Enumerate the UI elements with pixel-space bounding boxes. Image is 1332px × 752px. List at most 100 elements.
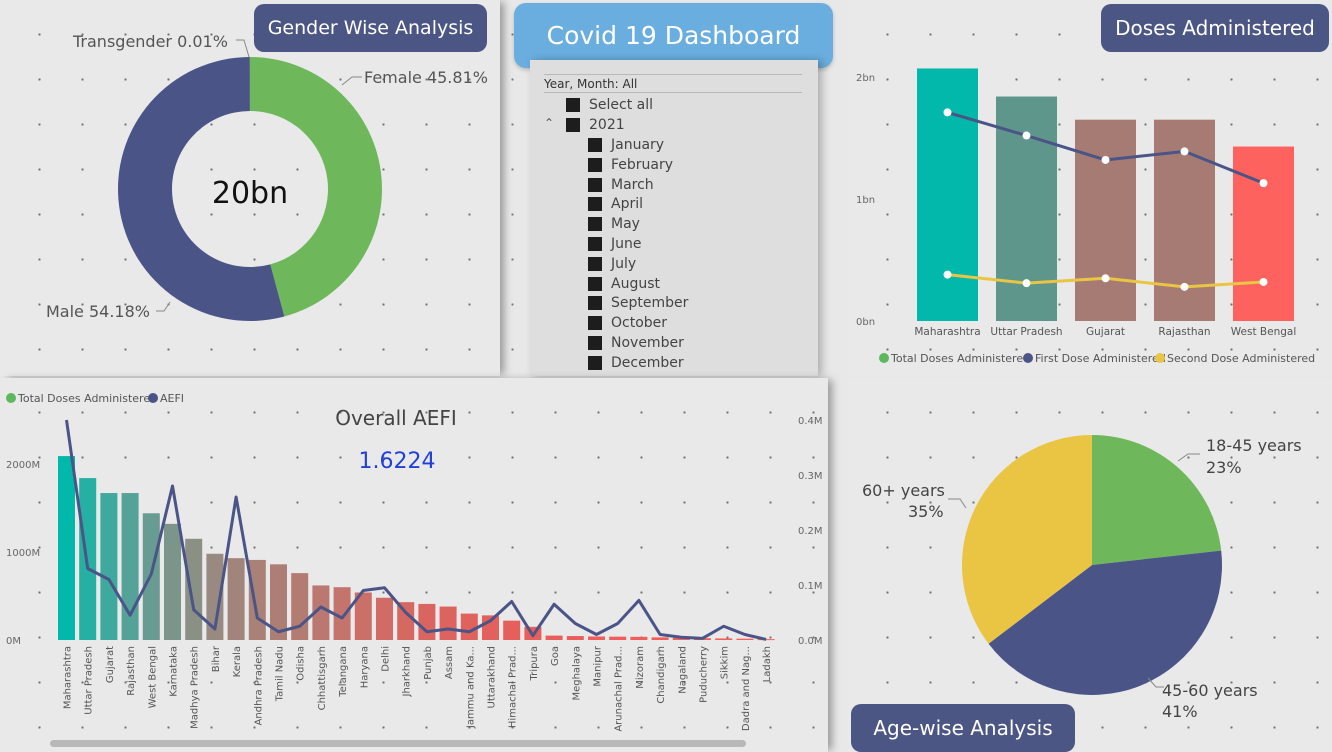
month-option-january[interactable]: January	[588, 137, 664, 153]
doses-point-second-dose-administered[interactable]	[1022, 279, 1031, 288]
aefi-bar-chandigarh[interactable]	[651, 637, 669, 640]
month-option-december[interactable]: December	[588, 355, 684, 371]
aefi-x-tick: Gujarat	[105, 646, 116, 683]
dashboard-title: Covid 19 Dashboard	[514, 3, 833, 68]
aefi-combo-chart[interactable]: Total Doses Administered AEFI Overall AEFI…	[0, 378, 828, 752]
doses-point-second-dose-administered[interactable]	[1101, 274, 1110, 283]
select-all-option[interactable]: Select all	[566, 97, 653, 113]
month-option-february[interactable]: February	[588, 157, 673, 173]
checkbox-icon[interactable]	[588, 276, 602, 291]
age-60-percent: 35%	[908, 502, 944, 521]
aefi-bar-mizoram[interactable]	[630, 636, 648, 640]
month-option-july[interactable]: July	[588, 256, 636, 272]
year-option[interactable]: 2021	[566, 117, 625, 133]
doses-administered-chart[interactable]: 0bn 1bn 2bn Maharashtra Uttar Pradesh Gujarat…	[848, 0, 1332, 376]
aefi-bar-assam[interactable]	[439, 606, 457, 640]
checkbox-icon[interactable]	[588, 217, 602, 232]
doses-x-tick: West Bengal	[1231, 326, 1297, 338]
checkbox-icon[interactable]	[588, 138, 602, 152]
aefi-x-tick: Punjab	[423, 646, 434, 680]
aefi-horizontal-scrollbar[interactable]	[50, 740, 746, 747]
month-option-may[interactable]: May	[588, 216, 640, 232]
checkbox-icon[interactable]	[588, 256, 602, 271]
aefi-x-tick: Rajasthan	[126, 646, 137, 696]
aefi-bar-jammu-and-ka[interactable]	[460, 613, 478, 640]
aefi-bar-arunachal-prad[interactable]	[609, 636, 627, 640]
male-label: Male 54.18%	[46, 302, 150, 321]
legend-dot-icon	[1155, 353, 1165, 363]
aefi-bar-kerala[interactable]	[227, 558, 245, 640]
doses-point-first-dose-administered[interactable]	[1101, 155, 1110, 164]
aefi-bar-gujarat[interactable]	[100, 493, 118, 640]
doses-bar-gujarat[interactable]	[1075, 119, 1136, 321]
gender-donut-chart[interactable]: 20bn Transgender 0.01% Female 45.81% Mal…	[0, 0, 500, 376]
aefi-bar-delhi[interactable]	[376, 597, 393, 640]
age-pie-chart[interactable]: 18-45 years 23% 60+ years 35% 45-60 year…	[848, 378, 1332, 752]
month-label: July	[611, 255, 637, 272]
aefi-bar-meghalaya[interactable]	[566, 636, 584, 640]
aefi-x-tick: Andhra Pradesh	[253, 646, 264, 725]
age-slice-18-45-years[interactable]	[1092, 435, 1222, 565]
aefi-x-tick: Tamil Nadu	[275, 646, 286, 702]
doses-point-first-dose-administered[interactable]	[1259, 179, 1268, 188]
aefi-bar-rajasthan[interactable]	[121, 493, 139, 640]
overall-aefi-value: 1.6224	[359, 449, 436, 474]
checkbox-icon[interactable]	[588, 237, 602, 251]
checkbox-icon[interactable]	[566, 98, 580, 112]
month-option-november[interactable]: November	[588, 335, 684, 351]
aefi-bar-madhya-pradesh[interactable]	[185, 538, 203, 640]
aefi-x-tick: Jammu and Ka...	[465, 646, 476, 729]
female-label: Female 45.81%	[364, 68, 488, 87]
aefi-bar-sikkim[interactable]	[715, 638, 733, 640]
collapse-chevron-icon[interactable]: ⌃	[544, 116, 554, 130]
aefi-x-tick: Assam	[444, 646, 455, 679]
checkbox-icon[interactable]	[588, 336, 602, 350]
doses-point-second-dose-administered[interactable]	[1259, 277, 1268, 286]
checkbox-icon[interactable]	[588, 296, 602, 311]
month-option-august[interactable]: August	[588, 276, 660, 292]
doses-point-first-dose-administered[interactable]	[1180, 147, 1189, 156]
checkbox-icon[interactable]	[566, 118, 580, 132]
checkbox-icon[interactable]	[588, 157, 602, 172]
age-60-label: 60+ years	[862, 481, 945, 500]
doses-bar-west-bengal[interactable]	[1233, 146, 1294, 321]
month-option-march[interactable]: March	[588, 177, 654, 193]
aefi-bar-dadra-and-nag[interactable]	[736, 638, 754, 640]
month-label: January	[611, 137, 665, 153]
month-label: May	[611, 216, 640, 233]
month-option-october[interactable]: October	[588, 315, 667, 331]
gender-title: Gender Wise Analysis	[254, 4, 487, 52]
aefi-x-tick: Madhya Pradesh	[190, 646, 201, 729]
doses-title: Doses Administered	[1101, 4, 1329, 52]
aefi-bar-odisha[interactable]	[291, 573, 309, 640]
aefi-bar-punjab[interactable]	[418, 603, 436, 640]
doses-bar-maharashtra[interactable]	[917, 68, 978, 322]
month-option-april[interactable]: April	[588, 196, 643, 212]
aefi-bar-goa[interactable]	[545, 635, 563, 640]
month-option-june[interactable]: June	[588, 236, 642, 252]
doses-x-tick: Gujarat	[1086, 326, 1125, 338]
aefi-x-tick: Manipur	[593, 645, 604, 687]
checkbox-icon[interactable]	[588, 197, 602, 212]
aefi-bar-andhra-pradesh[interactable]	[248, 559, 266, 640]
aefi-bar-himachal-prad[interactable]	[503, 620, 521, 640]
aefi-bar-maharashtra[interactable]	[58, 456, 75, 640]
aefi-x-tick: Sikkim	[720, 646, 731, 679]
doses-point-first-dose-administered[interactable]	[1022, 131, 1031, 140]
age-18-45-percent: 23%	[1206, 458, 1242, 477]
checkbox-icon[interactable]	[588, 355, 602, 370]
aefi-x-tick: Ladakh	[762, 646, 773, 682]
checkbox-icon[interactable]	[588, 177, 602, 192]
aefi-bar-manipur[interactable]	[588, 636, 605, 640]
aefi-left-y-tick: 2000M	[6, 460, 40, 471]
doses-point-second-dose-administered[interactable]	[943, 270, 952, 279]
month-label: December	[611, 354, 684, 371]
aefi-x-tick: Uttarakhand	[487, 646, 498, 708]
month-option-september[interactable]: September	[588, 295, 688, 311]
doses-point-second-dose-administered[interactable]	[1180, 282, 1189, 291]
doses-point-first-dose-administered[interactable]	[943, 108, 952, 117]
aefi-x-tick: Uttar Pradesh	[84, 646, 95, 715]
aefi-bar-karnataka[interactable]	[164, 523, 181, 640]
checkbox-icon[interactable]	[588, 316, 602, 331]
aefi-x-tick: Nagaland	[677, 646, 688, 694]
